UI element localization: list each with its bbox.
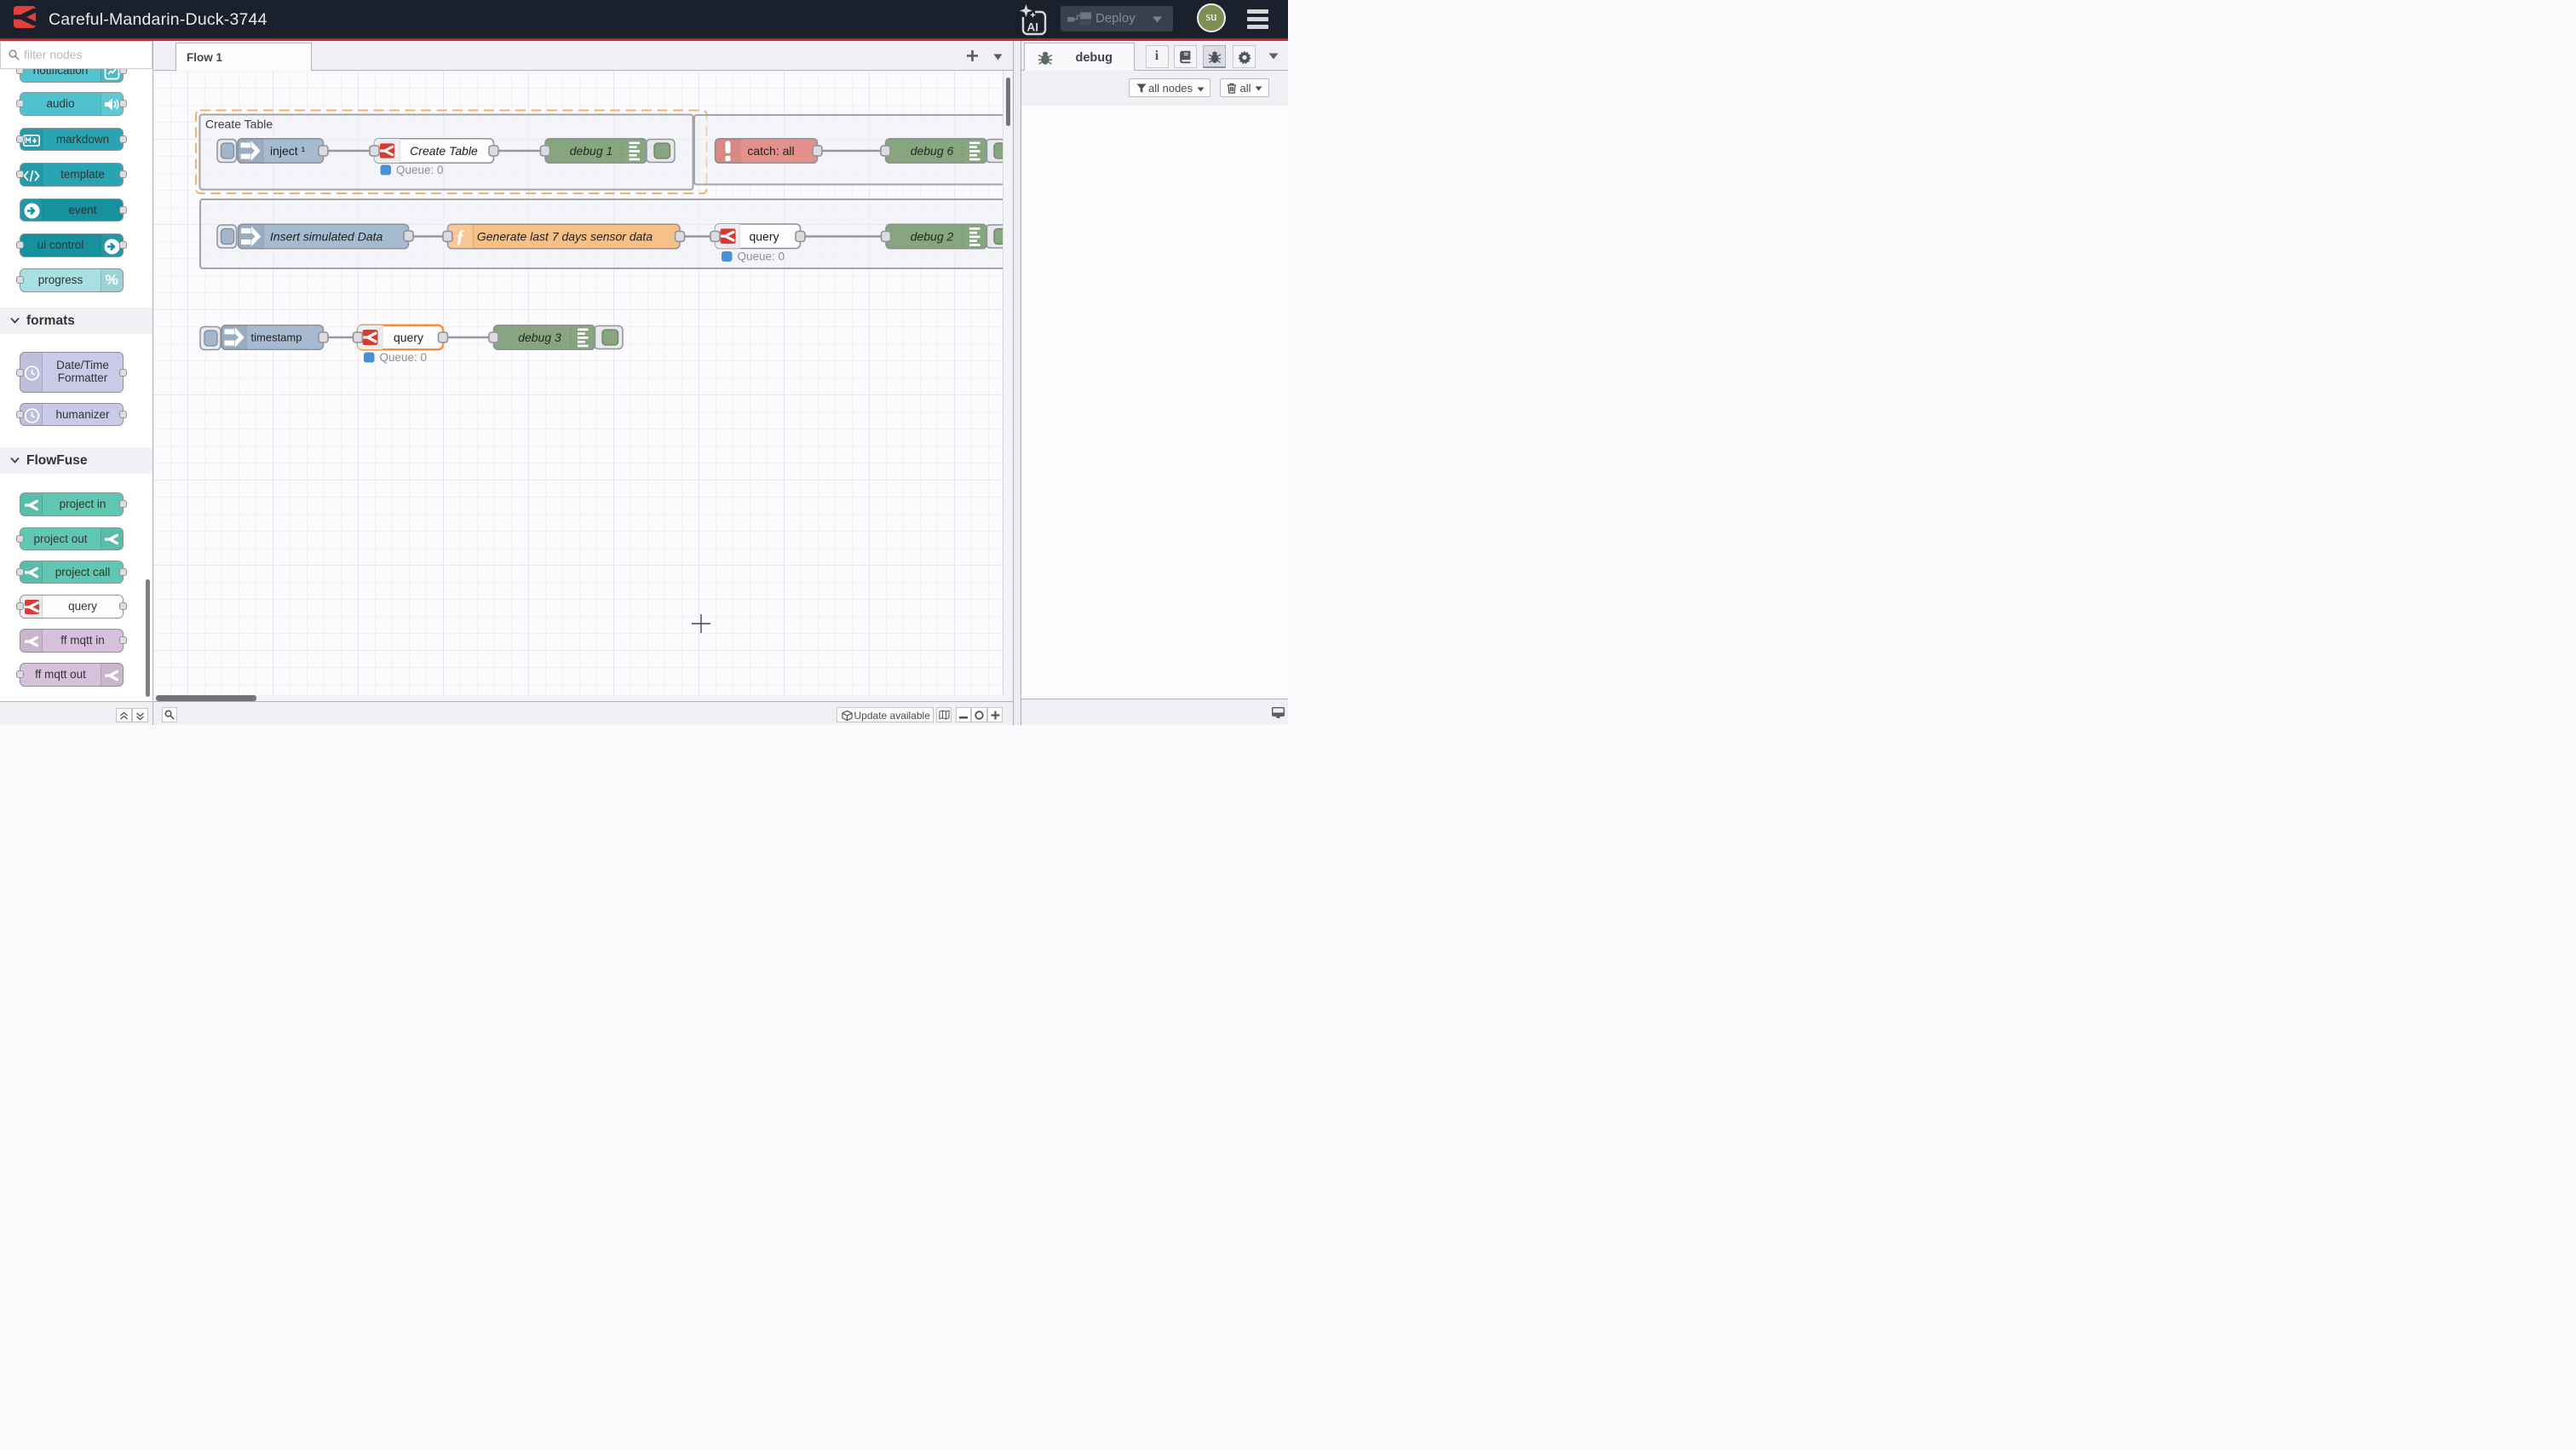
svg-text:catch: all: catch: all [747,144,794,158]
svg-text:Queue: 0: Queue: 0 [396,164,444,176]
svg-text:ƒ: ƒ [456,226,465,247]
svg-text:Create Table: Create Table [205,118,273,131]
svg-text:query: query [394,331,423,344]
svg-text:debug 3: debug 3 [518,331,561,344]
svg-text:inject ¹: inject ¹ [270,144,306,158]
svg-text:AI: AI [1027,21,1039,34]
svg-text:debug 6: debug 6 [911,144,954,158]
svg-text:debug 2: debug 2 [911,230,954,244]
svg-text:Create Table: Create Table [410,144,478,158]
svg-text:query: query [749,230,779,244]
svg-text:Generate last 7 days sensor da: Generate last 7 days sensor data [477,230,653,244]
svg-text:Queue: 0: Queue: 0 [380,351,428,364]
svg-text:Insert simulated Data: Insert simulated Data [270,230,382,244]
svg-text:Queue: 0: Queue: 0 [738,250,785,263]
svg-text:debug 1: debug 1 [570,144,613,158]
svg-text:timestamp: timestamp [251,331,302,344]
